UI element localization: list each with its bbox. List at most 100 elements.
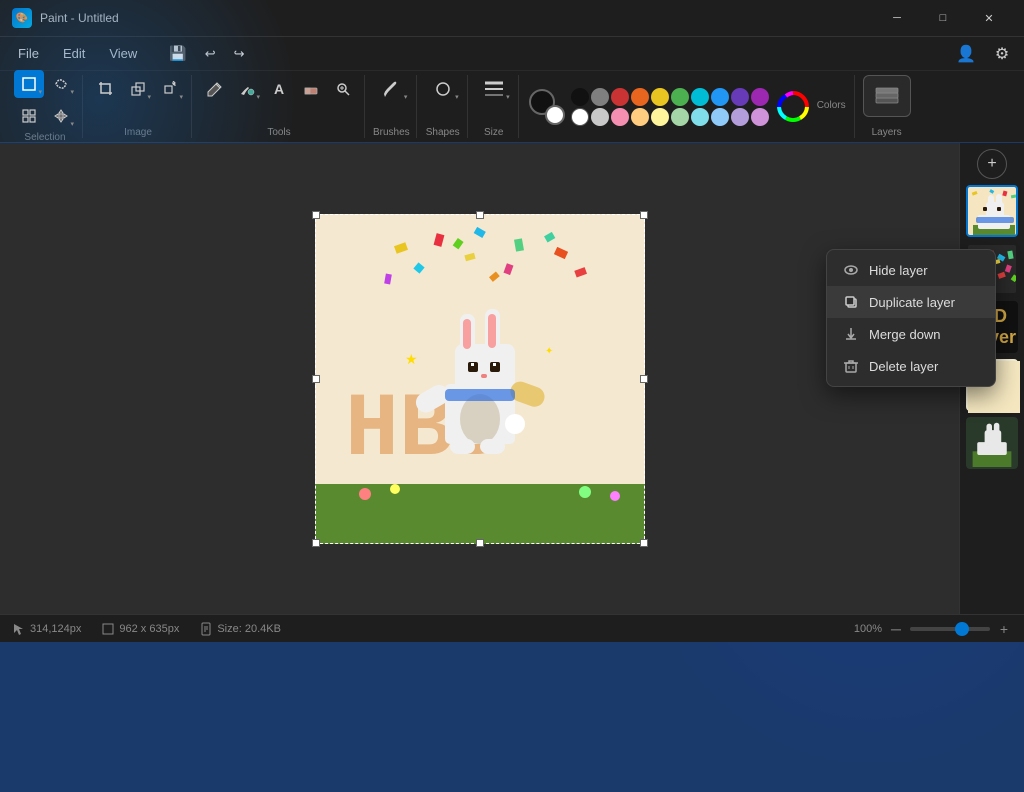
rotate-tool[interactable]: ▾ [155, 75, 185, 103]
add-layer-button[interactable]: + [977, 149, 1007, 179]
layer-item-5[interactable] [966, 417, 1018, 469]
canvas-dimensions: 962 x 635px [119, 623, 179, 635]
brushes-label: Brushes [373, 127, 410, 138]
color-swatch[interactable] [631, 108, 649, 126]
color-swatch[interactable] [711, 108, 729, 126]
maximize-button[interactable]: □ [920, 0, 966, 36]
app-icon: 🎨 [12, 8, 32, 28]
dimensions-area: 962 x 635px [101, 622, 179, 636]
color-wheel-button[interactable] [775, 89, 811, 125]
file-size: Size: 20.4KB [217, 623, 281, 635]
svg-text:★: ★ [405, 351, 418, 367]
tools-group: ▾ A Tools [194, 75, 365, 138]
selection-freeform-tool[interactable]: ▾ [46, 70, 76, 98]
svg-text:✦: ✦ [545, 346, 553, 357]
color-swatch[interactable] [731, 88, 749, 106]
zoom-thumb[interactable] [955, 622, 969, 636]
merge-down-label: Merge down [869, 327, 941, 342]
context-merge-down[interactable]: Merge down [827, 318, 995, 350]
save-icon-btn[interactable]: 💾 [163, 41, 192, 66]
zoom-out-button[interactable]: ─ [888, 621, 904, 637]
color-swatch[interactable] [591, 88, 609, 106]
color-swatch[interactable] [611, 88, 629, 106]
secondary-color[interactable] [545, 105, 565, 125]
selection-option2[interactable]: ▾ [46, 102, 76, 130]
colors-label: Colors [817, 100, 846, 111]
menu-file[interactable]: File [8, 42, 49, 65]
selection-option1[interactable] [14, 102, 44, 130]
delete-icon [843, 358, 859, 374]
context-hide-layer[interactable]: Hide layer [827, 254, 995, 286]
delete-layer-label: Delete layer [869, 359, 938, 374]
zoom-tool[interactable] [328, 75, 358, 103]
color-swatch[interactable] [611, 108, 629, 126]
color-swatch[interactable] [751, 88, 769, 106]
color-swatch[interactable] [651, 88, 669, 106]
color-swatch[interactable] [571, 88, 589, 106]
color-swatch[interactable] [571, 108, 589, 126]
hide-layer-label: Hide layer [869, 263, 928, 278]
menu-edit[interactable]: Edit [53, 42, 95, 65]
color-swatch[interactable] [691, 108, 709, 126]
drawing-canvas[interactable]: HBD [315, 214, 645, 544]
duplicate-layer-label: Duplicate layer [869, 295, 955, 310]
account-button[interactable]: 👤 [952, 40, 980, 68]
shape-tool[interactable]: ▾ [425, 75, 461, 103]
file-size-area: Size: 20.4KB [199, 622, 281, 636]
color-swatch[interactable] [751, 108, 769, 126]
resize-tool[interactable]: ▾ [123, 75, 153, 103]
size-group: ▾ Size [470, 75, 519, 138]
layers-label: Layers [872, 127, 902, 138]
titlebar: 🎨 Paint - Untitled ─ □ ✕ [0, 0, 1024, 36]
color-swatch[interactable] [671, 88, 689, 106]
merge-icon [843, 326, 859, 342]
tools-label: Tools [267, 127, 290, 138]
text-tool[interactable]: A [264, 75, 294, 103]
colors-group: Colors [521, 75, 855, 138]
zoom-in-button[interactable]: + [996, 621, 1012, 637]
color-swatch[interactable] [651, 108, 669, 126]
color-swatch[interactable] [631, 88, 649, 106]
context-duplicate-layer[interactable]: Duplicate layer [827, 286, 995, 318]
settings-button[interactable]: ⚙ [988, 40, 1016, 68]
selection-group: ▾ ▾ ▾ Selection [8, 75, 83, 138]
context-menu: Hide layer Duplicate layer Merge down [826, 249, 996, 387]
color-swatch[interactable] [691, 88, 709, 106]
layers-toolbar-group: Layers [857, 75, 917, 138]
undo-button[interactable]: ↩ [197, 42, 224, 66]
layer-item-1[interactable] [966, 185, 1018, 237]
image-group: ▾ ▾ Image [85, 75, 192, 138]
hide-icon [843, 262, 859, 278]
layers-toolbar-button[interactable] [863, 75, 911, 117]
menubar: File Edit View 💾 ↩ ↪ 👤 ⚙ [0, 36, 1024, 70]
selection-rect-tool[interactable]: ▾ [14, 70, 44, 98]
canvas-area[interactable]: HBD [0, 143, 959, 614]
color-swatch[interactable] [671, 108, 689, 126]
image-label: Image [124, 127, 152, 138]
pencil-tool[interactable] [200, 75, 230, 103]
duplicate-icon [843, 294, 859, 310]
redo-button[interactable]: ↪ [226, 42, 253, 66]
statusbar: 314,124px 962 x 635px Size: 20.4KB 100% … [0, 614, 1024, 642]
shapes-group: ▾ Shapes [419, 75, 468, 138]
minimize-button[interactable]: ─ [874, 0, 920, 36]
context-delete-layer[interactable]: Delete layer [827, 350, 995, 382]
size-label: Size [484, 127, 503, 138]
menu-view[interactable]: View [99, 42, 147, 65]
zoom-controls: 100% ─ + [854, 621, 1012, 637]
color-swatch[interactable] [731, 108, 749, 126]
canvas-container: HBD [315, 214, 645, 544]
app-title: Paint - Untitled [40, 11, 874, 25]
toolbar: ▾ ▾ ▾ Selection ▾ [0, 70, 1024, 142]
color-swatch[interactable] [591, 108, 609, 126]
size-tool[interactable]: ▾ [476, 75, 512, 103]
cursor-coords: 314,124px [30, 623, 81, 635]
crop-tool[interactable] [91, 75, 121, 103]
zoom-slider[interactable] [910, 627, 990, 631]
close-button[interactable]: ✕ [966, 0, 1012, 36]
color-swatch[interactable] [711, 88, 729, 106]
eraser-tool[interactable] [296, 75, 326, 103]
brush-tool[interactable]: ▾ [373, 75, 409, 103]
fill-tool[interactable]: ▾ [232, 75, 262, 103]
cursor-icon-area: 314,124px [12, 622, 81, 636]
